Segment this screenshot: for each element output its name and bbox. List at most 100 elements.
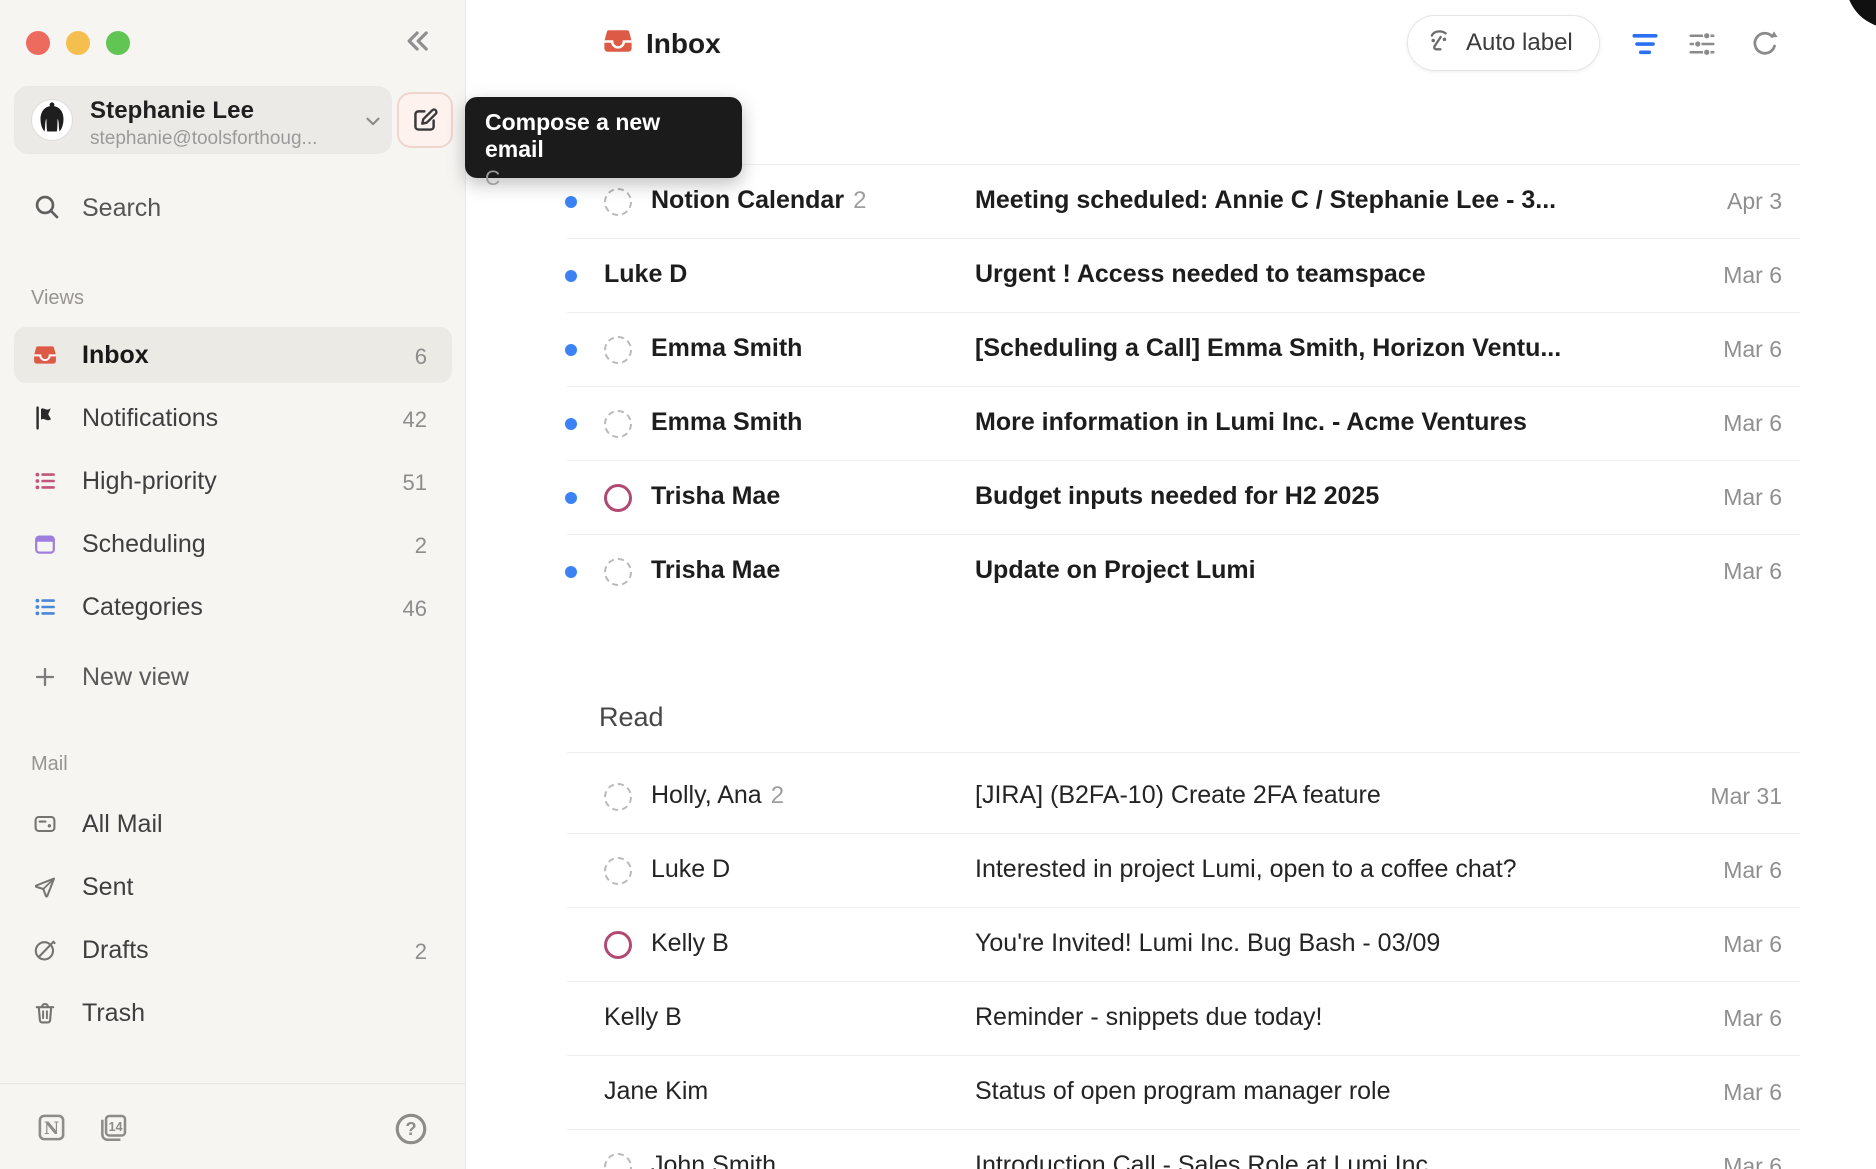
zoom-window-button[interactable] — [106, 31, 130, 55]
refresh-button[interactable] — [1749, 28, 1781, 60]
folder-label: All Mail — [82, 810, 163, 839]
email-sender: Trisha Mae — [651, 556, 780, 585]
new-view-button[interactable]: New view — [14, 649, 452, 705]
email-row[interactable]: Holly, Ana2 [JIRA] (B2FA-10) Create 2FA … — [466, 760, 1876, 834]
minimize-window-button[interactable] — [66, 31, 90, 55]
email-row[interactable]: Trisha Mae Budget inputs needed for H2 2… — [466, 461, 1876, 535]
view-icon — [33, 343, 57, 367]
email-date: Mar 6 — [1723, 558, 1782, 585]
email-subject: Urgent ! Access needed to teamspace — [975, 260, 1426, 289]
email-row[interactable]: Luke D Urgent ! Access needed to teamspa… — [466, 239, 1876, 313]
view-label: Categories — [82, 593, 203, 622]
sidebar-mail-item[interactable]: Drafts 2 — [14, 922, 452, 978]
ai-face-icon — [1426, 27, 1454, 60]
label-circle[interactable] — [604, 1153, 632, 1169]
chevrons-left-icon — [399, 25, 431, 57]
tooltip-shortcut: C — [485, 167, 722, 191]
email-subject: More information in Lumi Inc. - Acme Ven… — [975, 408, 1527, 437]
profile-email: stephanie@toolsforthoug... — [90, 128, 317, 150]
thread-count: 2 — [771, 782, 784, 809]
view-count: 2 — [415, 533, 427, 559]
email-date: Mar 6 — [1723, 1005, 1782, 1032]
tooltip-title: Compose a new email — [485, 109, 722, 163]
filter-button[interactable] — [1629, 28, 1661, 60]
views-section-label: Views — [31, 287, 84, 310]
plus-icon — [33, 665, 57, 689]
email-subject: You're Invited! Lumi Inc. Bug Bash - 03/… — [975, 929, 1440, 958]
close-window-button[interactable] — [26, 31, 50, 55]
unread-dot — [565, 418, 577, 430]
email-date: Mar 6 — [1723, 484, 1782, 511]
email-sender: Trisha Mae — [651, 482, 780, 511]
label-circle[interactable] — [604, 783, 632, 811]
email-row[interactable]: Jane Kim Status of open program manager … — [466, 1056, 1876, 1130]
label-circle[interactable] — [604, 336, 632, 364]
email-sender: Holly, Ana2 — [651, 781, 784, 810]
email-row[interactable]: Emma Smith [Scheduling a Call] Emma Smit… — [466, 313, 1876, 387]
search-label: Search — [82, 194, 161, 223]
refresh-icon — [1750, 29, 1780, 59]
view-count: 42 — [403, 407, 427, 433]
email-date: Apr 3 — [1727, 188, 1782, 215]
email-subject: Update on Project Lumi — [975, 556, 1256, 585]
email-row[interactable]: Kelly B You're Invited! Lumi Inc. Bug Ba… — [466, 908, 1876, 982]
email-date: Mar 6 — [1723, 1153, 1782, 1169]
folder-icon — [33, 1001, 57, 1025]
email-sender: Emma Smith — [651, 334, 802, 363]
email-subject: Meeting scheduled: Annie C / Stephanie L… — [975, 186, 1556, 215]
email-row[interactable]: Kelly B Reminder - snippets due today! M… — [466, 982, 1876, 1056]
new-view-label: New view — [82, 663, 189, 692]
read-section-divider — [567, 752, 1800, 753]
label-circle[interactable] — [604, 558, 632, 586]
notion-app-icon[interactable] — [36, 1112, 67, 1148]
search-button[interactable]: Search — [0, 190, 466, 228]
account-switcher[interactable]: Stephanie Lee stephanie@toolsforthoug... — [14, 86, 392, 154]
notion-mail-window: Stephanie Lee stephanie@toolsforthoug...… — [0, 0, 1876, 1169]
sidebar-view-item[interactable]: Inbox 6 — [14, 327, 452, 383]
email-row[interactable]: John Smith Introduction Call - Sales Rol… — [466, 1130, 1876, 1169]
sidebar-mail-item[interactable]: All Mail — [14, 796, 452, 852]
auto-label-text: Auto label — [1466, 29, 1573, 57]
mail-section-label: Mail — [31, 753, 68, 776]
help-button[interactable] — [394, 1112, 428, 1151]
email-subject: [JIRA] (B2FA-10) Create 2FA feature — [975, 781, 1381, 810]
email-row[interactable]: Luke D Interested in project Lumi, open … — [466, 834, 1876, 908]
email-subject: Interested in project Lumi, open to a co… — [975, 855, 1517, 884]
email-sender: Luke D — [604, 260, 687, 289]
email-date: Mar 6 — [1723, 857, 1782, 884]
email-row[interactable]: Trisha Mae Update on Project Lumi Mar 6 — [466, 535, 1876, 609]
sidebar-mail-item[interactable]: Trash — [14, 985, 452, 1041]
filter-lines-icon — [1630, 29, 1660, 59]
sidebar-mail-item[interactable]: Sent — [14, 859, 452, 915]
display-settings-button[interactable] — [1686, 28, 1718, 60]
compose-tooltip: Compose a new email C — [465, 97, 742, 178]
sidebar-view-item[interactable]: Categories 46 — [14, 579, 452, 635]
email-date: Mar 6 — [1723, 410, 1782, 437]
notion-calendar-app-icon[interactable] — [97, 1112, 129, 1149]
inbox-icon — [603, 26, 633, 61]
email-date: Mar 6 — [1723, 336, 1782, 363]
sidebar-view-item[interactable]: Scheduling 2 — [14, 516, 452, 572]
compose-button[interactable] — [397, 92, 453, 148]
email-sender: Kelly B — [651, 929, 729, 958]
unread-dot — [565, 344, 577, 356]
label-circle[interactable] — [604, 484, 632, 512]
view-count: 46 — [403, 596, 427, 622]
label-circle[interactable] — [604, 188, 632, 216]
thread-count: 2 — [853, 187, 866, 214]
auto-label-button[interactable]: Auto label — [1407, 15, 1600, 71]
email-row[interactable]: Emma Smith More information in Lumi Inc.… — [466, 387, 1876, 461]
unread-dot — [565, 270, 577, 282]
sidebar-view-item[interactable]: Notifications 42 — [14, 390, 452, 446]
collapse-sidebar-button[interactable] — [396, 22, 434, 60]
label-circle[interactable] — [604, 410, 632, 438]
sidebar: Stephanie Lee stephanie@toolsforthoug...… — [0, 0, 466, 1169]
label-circle[interactable] — [604, 931, 632, 959]
sidebar-view-item[interactable]: High-priority 51 — [14, 453, 452, 509]
folder-icon — [33, 875, 57, 899]
email-sender: Emma Smith — [651, 408, 802, 437]
label-circle[interactable] — [604, 857, 632, 885]
view-icon — [33, 532, 57, 556]
folder-label: Drafts — [82, 936, 149, 965]
avatar — [32, 100, 72, 140]
